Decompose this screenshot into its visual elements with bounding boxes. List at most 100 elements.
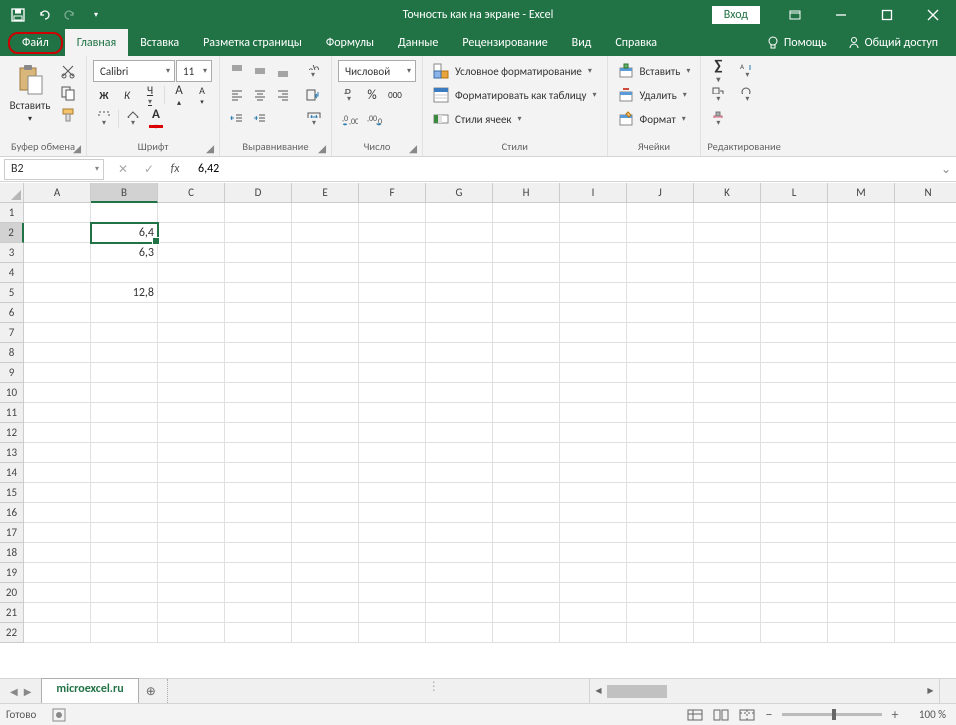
cell[interactable] — [292, 203, 359, 223]
conditional-formatting-button[interactable]: Условное форматирование — [429, 60, 601, 82]
cell[interactable] — [359, 343, 426, 363]
cell[interactable] — [24, 583, 91, 603]
cell[interactable] — [24, 603, 91, 623]
cell[interactable] — [627, 303, 694, 323]
tab-рецензирование[interactable]: Рецензирование — [450, 29, 559, 56]
cell[interactable] — [627, 443, 694, 463]
cell[interactable] — [694, 323, 761, 343]
copy-icon[interactable] — [56, 82, 80, 104]
cell[interactable] — [24, 343, 91, 363]
cell[interactable] — [91, 623, 158, 643]
cell[interactable] — [158, 223, 225, 243]
cell[interactable] — [158, 543, 225, 563]
cell[interactable] — [493, 583, 560, 603]
font-size-combo[interactable]: 11 — [176, 60, 212, 82]
cell[interactable] — [627, 403, 694, 423]
cell[interactable] — [24, 523, 91, 543]
column-header[interactable]: C — [158, 183, 225, 203]
cell[interactable] — [627, 263, 694, 283]
cell[interactable] — [560, 523, 627, 543]
cell[interactable] — [225, 503, 292, 523]
insert-cells-button[interactable]: Вставить — [614, 60, 695, 82]
font-name-combo[interactable]: Calibri — [93, 60, 175, 82]
merge-icon[interactable] — [303, 108, 325, 130]
cell[interactable] — [426, 503, 493, 523]
cell[interactable] — [158, 603, 225, 623]
cell[interactable] — [828, 283, 895, 303]
cell[interactable] — [493, 363, 560, 383]
cell[interactable] — [828, 523, 895, 543]
new-sheet-icon[interactable]: ⊕ — [139, 679, 163, 703]
cell[interactable] — [761, 463, 828, 483]
cell[interactable] — [359, 603, 426, 623]
cell[interactable] — [828, 503, 895, 523]
cell[interactable] — [560, 283, 627, 303]
close-icon[interactable] — [910, 0, 956, 29]
number-format-combo[interactable]: Числовой — [338, 60, 416, 82]
cell[interactable] — [359, 383, 426, 403]
borders-icon[interactable] — [93, 108, 115, 130]
format-as-table-button[interactable]: Форматировать как таблицу — [429, 84, 601, 106]
cell[interactable] — [359, 563, 426, 583]
font-launcher-icon[interactable]: ◢ — [204, 142, 216, 154]
cell[interactable] — [828, 563, 895, 583]
cell[interactable] — [828, 603, 895, 623]
cell[interactable] — [426, 203, 493, 223]
cell[interactable] — [292, 583, 359, 603]
cell[interactable] — [761, 303, 828, 323]
cell[interactable] — [359, 503, 426, 523]
hscroll-thumb[interactable] — [607, 685, 667, 698]
cell[interactable] — [426, 543, 493, 563]
cell[interactable] — [158, 443, 225, 463]
decrease-decimal-icon[interactable]: ,00,0 — [363, 108, 387, 130]
cell[interactable] — [560, 383, 627, 403]
cell[interactable] — [493, 443, 560, 463]
cell[interactable] — [225, 223, 292, 243]
scroll-left-icon[interactable]: ◀ — [590, 679, 607, 703]
cell[interactable] — [694, 543, 761, 563]
login-button[interactable]: Вход — [712, 6, 760, 24]
cell[interactable] — [560, 423, 627, 443]
cell[interactable] — [627, 483, 694, 503]
cell[interactable] — [627, 223, 694, 243]
cell[interactable] — [359, 303, 426, 323]
cell[interactable] — [91, 323, 158, 343]
cell[interactable] — [627, 423, 694, 443]
tab-формулы[interactable]: Формулы — [314, 29, 386, 56]
cell[interactable] — [895, 203, 956, 223]
cell[interactable] — [560, 223, 627, 243]
cell[interactable] — [24, 403, 91, 423]
cell[interactable] — [493, 603, 560, 623]
cell[interactable] — [694, 203, 761, 223]
cell[interactable] — [225, 243, 292, 263]
cell[interactable] — [158, 423, 225, 443]
sheet-tab[interactable]: microexcel.ru — [41, 678, 138, 703]
row-header[interactable]: 18 — [0, 543, 24, 563]
cell[interactable] — [761, 423, 828, 443]
cell[interactable] — [627, 383, 694, 403]
cell[interactable] — [761, 543, 828, 563]
cell[interactable] — [426, 463, 493, 483]
cell[interactable] — [560, 323, 627, 343]
cell[interactable] — [828, 443, 895, 463]
percent-icon[interactable]: % — [361, 84, 383, 106]
cell[interactable] — [895, 563, 956, 583]
cell[interactable] — [24, 483, 91, 503]
cell[interactable] — [761, 263, 828, 283]
align-center-icon[interactable] — [249, 84, 271, 106]
cell[interactable] — [292, 483, 359, 503]
cell[interactable] — [91, 403, 158, 423]
cell[interactable] — [694, 463, 761, 483]
redo-icon[interactable] — [58, 3, 82, 27]
cell[interactable] — [828, 483, 895, 503]
tab-главная[interactable]: Главная — [65, 29, 128, 56]
cell[interactable] — [761, 623, 828, 643]
cell[interactable] — [426, 423, 493, 443]
cell[interactable] — [560, 243, 627, 263]
cell[interactable] — [426, 223, 493, 243]
cell[interactable] — [493, 323, 560, 343]
cell[interactable] — [493, 623, 560, 643]
cell[interactable] — [91, 263, 158, 283]
row-header[interactable]: 19 — [0, 563, 24, 583]
cell[interactable] — [895, 483, 956, 503]
